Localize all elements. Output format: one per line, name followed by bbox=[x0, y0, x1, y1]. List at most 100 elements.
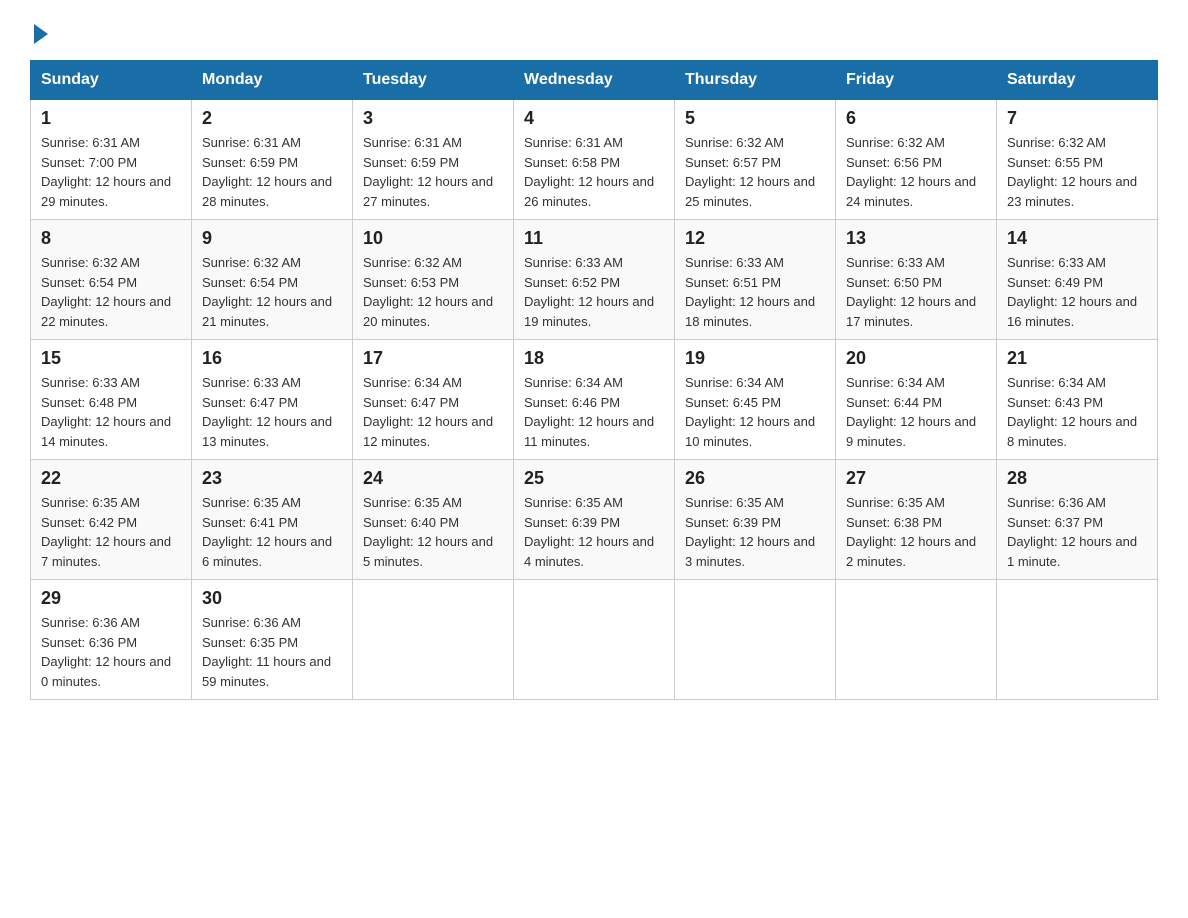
table-row: 5 Sunrise: 6:32 AMSunset: 6:57 PMDayligh… bbox=[675, 100, 836, 220]
calendar-week-row: 22 Sunrise: 6:35 AMSunset: 6:42 PMDaylig… bbox=[31, 460, 1158, 580]
day-number: 2 bbox=[202, 108, 342, 129]
day-number: 6 bbox=[846, 108, 986, 129]
day-number: 18 bbox=[524, 348, 664, 369]
table-row: 4 Sunrise: 6:31 AMSunset: 6:58 PMDayligh… bbox=[514, 100, 675, 220]
day-number: 9 bbox=[202, 228, 342, 249]
calendar-week-row: 29 Sunrise: 6:36 AMSunset: 6:36 PMDaylig… bbox=[31, 580, 1158, 700]
day-number: 26 bbox=[685, 468, 825, 489]
day-number: 23 bbox=[202, 468, 342, 489]
table-row: 29 Sunrise: 6:36 AMSunset: 6:36 PMDaylig… bbox=[31, 580, 192, 700]
day-info: Sunrise: 6:34 AMSunset: 6:45 PMDaylight:… bbox=[685, 373, 825, 451]
day-number: 1 bbox=[41, 108, 181, 129]
table-row: 26 Sunrise: 6:35 AMSunset: 6:39 PMDaylig… bbox=[675, 460, 836, 580]
day-info: Sunrise: 6:31 AMSunset: 7:00 PMDaylight:… bbox=[41, 133, 181, 211]
day-number: 28 bbox=[1007, 468, 1147, 489]
day-info: Sunrise: 6:34 AMSunset: 6:47 PMDaylight:… bbox=[363, 373, 503, 451]
page-header bbox=[30, 20, 1158, 44]
day-number: 5 bbox=[685, 108, 825, 129]
table-row: 13 Sunrise: 6:33 AMSunset: 6:50 PMDaylig… bbox=[836, 220, 997, 340]
day-number: 22 bbox=[41, 468, 181, 489]
calendar-day-header: Tuesday bbox=[353, 61, 514, 100]
day-info: Sunrise: 6:32 AMSunset: 6:54 PMDaylight:… bbox=[202, 253, 342, 331]
day-info: Sunrise: 6:35 AMSunset: 6:39 PMDaylight:… bbox=[524, 493, 664, 571]
table-row: 28 Sunrise: 6:36 AMSunset: 6:37 PMDaylig… bbox=[997, 460, 1158, 580]
table-row: 20 Sunrise: 6:34 AMSunset: 6:44 PMDaylig… bbox=[836, 340, 997, 460]
calendar-header-row: SundayMondayTuesdayWednesdayThursdayFrid… bbox=[31, 61, 1158, 100]
day-number: 4 bbox=[524, 108, 664, 129]
day-info: Sunrise: 6:31 AMSunset: 6:59 PMDaylight:… bbox=[202, 133, 342, 211]
table-row bbox=[836, 580, 997, 700]
day-number: 21 bbox=[1007, 348, 1147, 369]
table-row: 27 Sunrise: 6:35 AMSunset: 6:38 PMDaylig… bbox=[836, 460, 997, 580]
day-info: Sunrise: 6:33 AMSunset: 6:51 PMDaylight:… bbox=[685, 253, 825, 331]
day-info: Sunrise: 6:35 AMSunset: 6:42 PMDaylight:… bbox=[41, 493, 181, 571]
day-info: Sunrise: 6:32 AMSunset: 6:56 PMDaylight:… bbox=[846, 133, 986, 211]
table-row: 12 Sunrise: 6:33 AMSunset: 6:51 PMDaylig… bbox=[675, 220, 836, 340]
day-number: 8 bbox=[41, 228, 181, 249]
day-info: Sunrise: 6:35 AMSunset: 6:40 PMDaylight:… bbox=[363, 493, 503, 571]
table-row: 17 Sunrise: 6:34 AMSunset: 6:47 PMDaylig… bbox=[353, 340, 514, 460]
day-info: Sunrise: 6:33 AMSunset: 6:49 PMDaylight:… bbox=[1007, 253, 1147, 331]
day-info: Sunrise: 6:34 AMSunset: 6:44 PMDaylight:… bbox=[846, 373, 986, 451]
day-number: 27 bbox=[846, 468, 986, 489]
table-row: 8 Sunrise: 6:32 AMSunset: 6:54 PMDayligh… bbox=[31, 220, 192, 340]
day-number: 12 bbox=[685, 228, 825, 249]
calendar-day-header: Sunday bbox=[31, 61, 192, 100]
day-number: 13 bbox=[846, 228, 986, 249]
table-row bbox=[514, 580, 675, 700]
day-info: Sunrise: 6:32 AMSunset: 6:53 PMDaylight:… bbox=[363, 253, 503, 331]
calendar-day-header: Monday bbox=[192, 61, 353, 100]
table-row: 18 Sunrise: 6:34 AMSunset: 6:46 PMDaylig… bbox=[514, 340, 675, 460]
calendar-week-row: 1 Sunrise: 6:31 AMSunset: 7:00 PMDayligh… bbox=[31, 100, 1158, 220]
day-info: Sunrise: 6:32 AMSunset: 6:57 PMDaylight:… bbox=[685, 133, 825, 211]
day-info: Sunrise: 6:36 AMSunset: 6:37 PMDaylight:… bbox=[1007, 493, 1147, 571]
day-number: 30 bbox=[202, 588, 342, 609]
calendar-week-row: 15 Sunrise: 6:33 AMSunset: 6:48 PMDaylig… bbox=[31, 340, 1158, 460]
day-number: 10 bbox=[363, 228, 503, 249]
table-row: 6 Sunrise: 6:32 AMSunset: 6:56 PMDayligh… bbox=[836, 100, 997, 220]
table-row: 21 Sunrise: 6:34 AMSunset: 6:43 PMDaylig… bbox=[997, 340, 1158, 460]
day-number: 29 bbox=[41, 588, 181, 609]
day-number: 3 bbox=[363, 108, 503, 129]
day-number: 11 bbox=[524, 228, 664, 249]
table-row bbox=[675, 580, 836, 700]
day-number: 15 bbox=[41, 348, 181, 369]
day-info: Sunrise: 6:32 AMSunset: 6:54 PMDaylight:… bbox=[41, 253, 181, 331]
table-row: 15 Sunrise: 6:33 AMSunset: 6:48 PMDaylig… bbox=[31, 340, 192, 460]
table-row: 22 Sunrise: 6:35 AMSunset: 6:42 PMDaylig… bbox=[31, 460, 192, 580]
day-info: Sunrise: 6:34 AMSunset: 6:46 PMDaylight:… bbox=[524, 373, 664, 451]
table-row: 11 Sunrise: 6:33 AMSunset: 6:52 PMDaylig… bbox=[514, 220, 675, 340]
day-info: Sunrise: 6:33 AMSunset: 6:47 PMDaylight:… bbox=[202, 373, 342, 451]
day-info: Sunrise: 6:31 AMSunset: 6:59 PMDaylight:… bbox=[363, 133, 503, 211]
day-number: 7 bbox=[1007, 108, 1147, 129]
table-row: 10 Sunrise: 6:32 AMSunset: 6:53 PMDaylig… bbox=[353, 220, 514, 340]
table-row: 23 Sunrise: 6:35 AMSunset: 6:41 PMDaylig… bbox=[192, 460, 353, 580]
day-number: 16 bbox=[202, 348, 342, 369]
day-number: 25 bbox=[524, 468, 664, 489]
day-info: Sunrise: 6:36 AMSunset: 6:36 PMDaylight:… bbox=[41, 613, 181, 691]
day-number: 17 bbox=[363, 348, 503, 369]
day-info: Sunrise: 6:35 AMSunset: 6:41 PMDaylight:… bbox=[202, 493, 342, 571]
table-row: 3 Sunrise: 6:31 AMSunset: 6:59 PMDayligh… bbox=[353, 100, 514, 220]
table-row: 19 Sunrise: 6:34 AMSunset: 6:45 PMDaylig… bbox=[675, 340, 836, 460]
logo bbox=[30, 20, 48, 44]
day-info: Sunrise: 6:35 AMSunset: 6:39 PMDaylight:… bbox=[685, 493, 825, 571]
table-row: 14 Sunrise: 6:33 AMSunset: 6:49 PMDaylig… bbox=[997, 220, 1158, 340]
day-info: Sunrise: 6:34 AMSunset: 6:43 PMDaylight:… bbox=[1007, 373, 1147, 451]
calendar-day-header: Thursday bbox=[675, 61, 836, 100]
table-row bbox=[353, 580, 514, 700]
table-row: 25 Sunrise: 6:35 AMSunset: 6:39 PMDaylig… bbox=[514, 460, 675, 580]
table-row: 2 Sunrise: 6:31 AMSunset: 6:59 PMDayligh… bbox=[192, 100, 353, 220]
day-number: 20 bbox=[846, 348, 986, 369]
day-info: Sunrise: 6:31 AMSunset: 6:58 PMDaylight:… bbox=[524, 133, 664, 211]
day-info: Sunrise: 6:32 AMSunset: 6:55 PMDaylight:… bbox=[1007, 133, 1147, 211]
calendar-day-header: Saturday bbox=[997, 61, 1158, 100]
table-row: 1 Sunrise: 6:31 AMSunset: 7:00 PMDayligh… bbox=[31, 100, 192, 220]
day-info: Sunrise: 6:33 AMSunset: 6:48 PMDaylight:… bbox=[41, 373, 181, 451]
day-info: Sunrise: 6:33 AMSunset: 6:52 PMDaylight:… bbox=[524, 253, 664, 331]
calendar-day-header: Friday bbox=[836, 61, 997, 100]
table-row: 9 Sunrise: 6:32 AMSunset: 6:54 PMDayligh… bbox=[192, 220, 353, 340]
calendar-week-row: 8 Sunrise: 6:32 AMSunset: 6:54 PMDayligh… bbox=[31, 220, 1158, 340]
day-number: 14 bbox=[1007, 228, 1147, 249]
calendar-table: SundayMondayTuesdayWednesdayThursdayFrid… bbox=[30, 60, 1158, 700]
